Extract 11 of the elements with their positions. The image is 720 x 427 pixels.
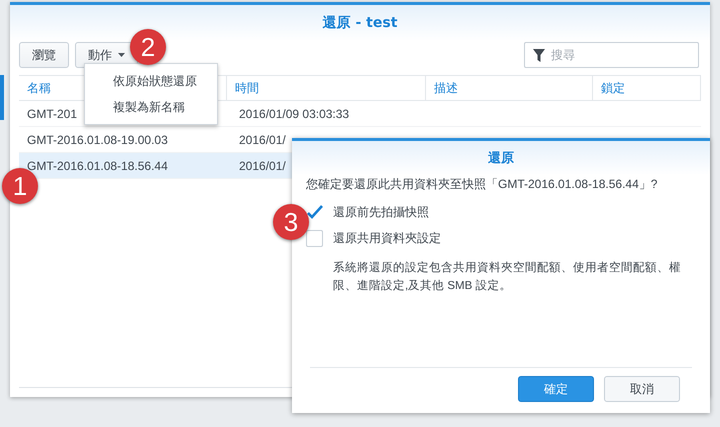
table-cell: 2016/01/09 03:03:33: [239, 106, 350, 120]
table-cell: GMT-201: [27, 106, 78, 120]
option-label: 還原前先拍攝快照: [333, 204, 429, 221]
option-label: 還原共用資料夾設定: [333, 230, 441, 247]
confirm-question: 您確定要還原此共用資料夾至快照「GMT-2016.01.08-18.56.44」?: [306, 176, 658, 193]
note-text: 系統將還原的設定包含共用資料夾空間配額、使用者空間配額、權限、進階設定,及其他 SMB 設定。: [332, 260, 682, 294]
table-cell: 2016/01/: [239, 132, 286, 146]
window-title: 還原 - test: [322, 14, 398, 32]
table-cell: 2016/01/: [239, 158, 286, 172]
dialog-title: 還原: [488, 149, 514, 168]
table-cell: GMT-2016.01.08-19.00.03: [27, 132, 168, 146]
